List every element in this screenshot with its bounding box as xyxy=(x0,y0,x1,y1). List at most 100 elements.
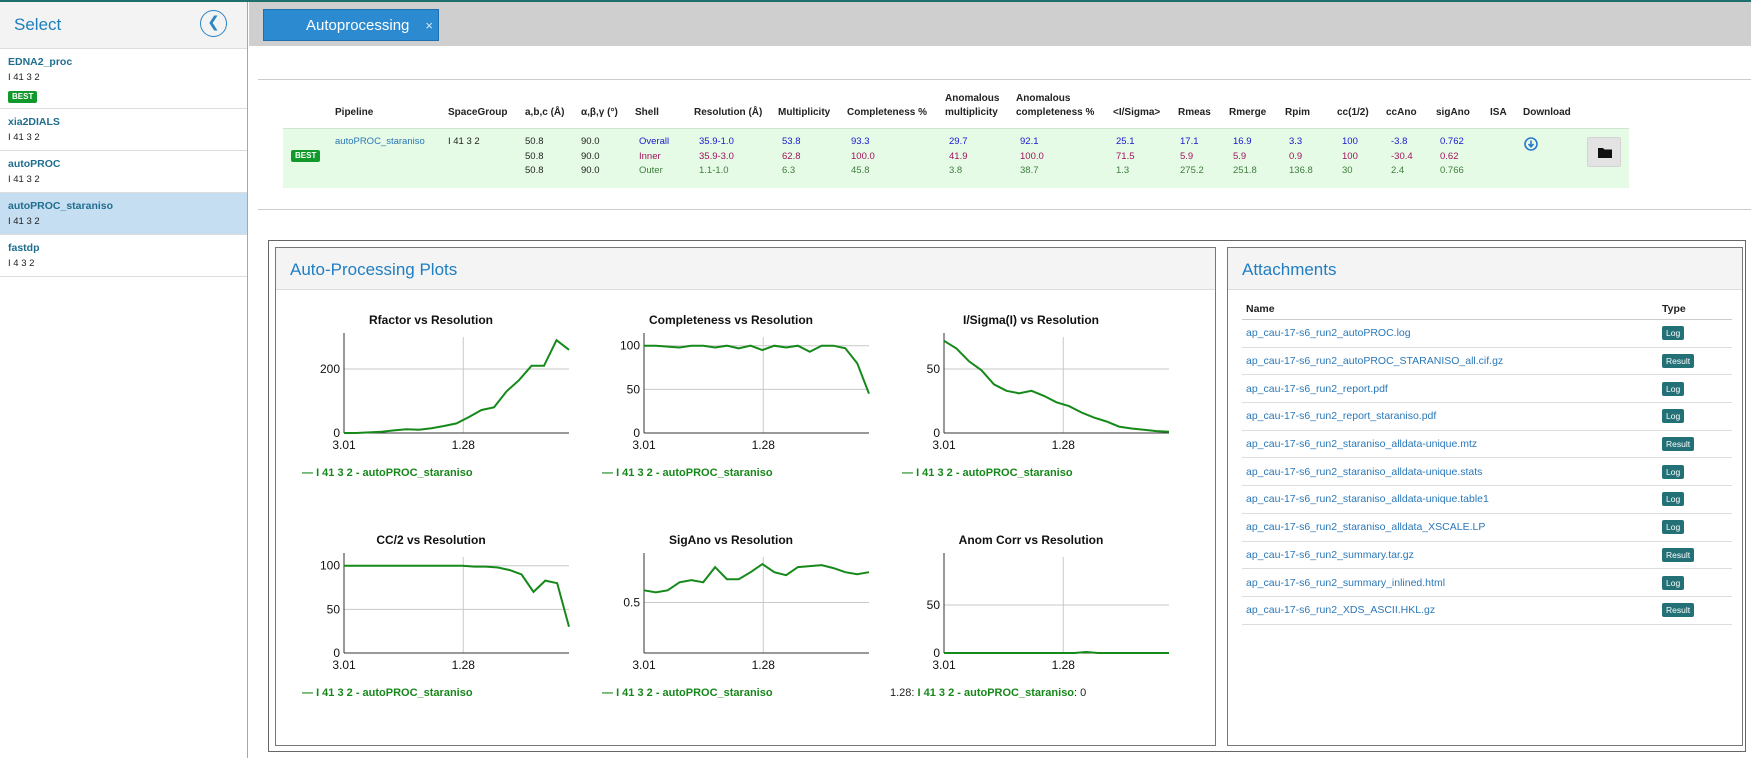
plot-legend: — I 41 3 2 - autoPROC_staraniso xyxy=(902,467,1073,479)
attachment-link[interactable]: ap_cau-17-s6_run2_report_staraniso.pdf xyxy=(1242,410,1662,422)
spacegroup-value: I 41 3 2 xyxy=(448,136,480,147)
type-badge: Result xyxy=(1662,547,1695,562)
plot-title: I/Sigma(I) vs Resolution xyxy=(962,313,1100,327)
col-type: Type xyxy=(1662,302,1686,315)
attachment-link[interactable]: ap_cau-17-s6_run2_staraniso_alldata-uniq… xyxy=(1242,493,1662,505)
back-arrow-icon[interactable]: ❮ xyxy=(200,10,227,37)
completeness-chart: 0501003.01 1.28 xyxy=(620,333,870,452)
col-anom-mult: Anomalous multiplicity xyxy=(945,93,1000,118)
attachments-header: Name Type xyxy=(1242,298,1732,320)
tab-autoprocessing[interactable]: Autoprocessing × xyxy=(263,9,439,41)
attachment-row: ap_cau-17-s6_run2_staraniso_alldata-uniq… xyxy=(1242,431,1732,459)
cchalf-values: 100 100 30 xyxy=(1342,136,1358,176)
col-name: Name xyxy=(1246,302,1275,315)
x-tick-label: 1.28 xyxy=(752,658,776,672)
sidebar-item-spacegroup: I 41 3 2 xyxy=(8,72,40,83)
sidebar-item-spacegroup: I 41 3 2 xyxy=(8,132,40,143)
series-line xyxy=(644,344,870,395)
type-badge: Log xyxy=(1662,520,1685,535)
cchalf-chart: 0501003.01 1.28 xyxy=(320,553,570,672)
plots-panel-title: Auto-Processing Plots xyxy=(276,248,1215,290)
sigano-values: 0.762 0.62 0.766 xyxy=(1440,136,1464,176)
attachment-row: ap_cau-17-s6_run2_XDS_ASCII.HKL.gz Result xyxy=(1242,597,1732,625)
type-badge: Log xyxy=(1662,381,1685,396)
attachment-link[interactable]: ap_cau-17-s6_run2_XDS_ASCII.HKL.gz xyxy=(1242,604,1662,616)
type-badge: Log xyxy=(1662,409,1685,424)
plot-legend: — I 41 3 2 - autoPROC_staraniso xyxy=(602,687,773,699)
attachment-link[interactable]: ap_cau-17-s6_run2_staraniso_alldata-uniq… xyxy=(1242,438,1662,450)
col-isigma: <I/Sigma> xyxy=(1113,107,1161,118)
plots-panel: Auto-Processing Plots Rfactor vs Resolut… xyxy=(275,247,1216,746)
plot-legend: — I 41 3 2 - autoPROC_staraniso xyxy=(302,687,473,699)
anomcorr-chart: 0503.01 1.28 xyxy=(927,553,1169,672)
plot-title: Anom Corr vs Resolution xyxy=(958,533,1104,547)
series-line xyxy=(344,338,570,434)
sidebar-item-fastdp[interactable]: fastdp I 4 3 2 xyxy=(0,235,247,277)
sidebar-title: Select xyxy=(14,15,62,34)
attachment-row: ap_cau-17-s6_run2_summary_inlined.html Lo… xyxy=(1242,569,1732,597)
plot-legend: 1.28: I 41 3 2 - autoPROC_staraniso: 0 xyxy=(890,687,1087,699)
attachment-row: ap_cau-17-s6_run2_report_staraniso.pdf Lo… xyxy=(1242,403,1732,431)
angle-values: 90.0 90.0 90.0 xyxy=(581,136,600,176)
attachment-type: Log xyxy=(1662,326,1732,341)
col-multiplicity: Multiplicity xyxy=(778,107,831,118)
x-tick-label: 3.01 xyxy=(632,438,656,452)
sidebar-item-spacegroup: I 4 3 2 xyxy=(8,258,35,269)
plot-isigma: I/Sigma(I) vs Resolution 0 50 3.01 1.28 — I… xyxy=(886,313,1176,493)
col-rpim: Rpim xyxy=(1285,107,1310,118)
attachment-link[interactable]: ap_cau-17-s6_run2_staraniso_alldata_XSCA… xyxy=(1242,521,1662,533)
anom-mult-values: 29.7 41.9 3.8 xyxy=(949,136,968,176)
rpim-values: 3.3 0.9 136.8 xyxy=(1289,136,1313,176)
y-tick-label: 50 xyxy=(927,362,941,376)
isigma-chart: 0503.01 1.28 xyxy=(927,333,1170,452)
y-tick-label: 100 xyxy=(620,339,640,353)
plot-title: Rfactor vs Resolution xyxy=(368,313,494,327)
x-tick-label: 1.28 xyxy=(1052,658,1076,672)
attachment-type: Log xyxy=(1662,575,1732,590)
sidebar-item-autoproc[interactable]: autoPROC I 41 3 2 xyxy=(0,151,247,193)
col-isa: ISA xyxy=(1490,107,1507,118)
x-tick-label: 3.01 xyxy=(932,438,956,452)
y-tick-label: 200 xyxy=(320,362,340,376)
attachment-type: Result xyxy=(1662,603,1732,618)
folder-icon xyxy=(1598,148,1612,158)
attachment-link[interactable]: ap_cau-17-s6_run2_autoPROC_STARANISO_all… xyxy=(1242,355,1662,367)
isigma-values: 25.1 71.5 1.3 xyxy=(1116,136,1135,176)
col-download: Download xyxy=(1523,107,1571,118)
sidebar-item-spacegroup: I 41 3 2 xyxy=(8,216,40,227)
x-tick-label: 3.01 xyxy=(632,658,656,672)
attachment-link[interactable]: ap_cau-17-s6_run2_summary_inlined.html xyxy=(1242,577,1662,589)
plot-sigano: SigAno vs Resolution 0.5 3.01 1.28 — I 41 … xyxy=(586,533,876,713)
attachment-link[interactable]: ap_cau-17-s6_run2_staraniso_alldata-uniq… xyxy=(1242,466,1662,478)
close-icon[interactable]: × xyxy=(425,10,433,42)
plot-title: CC/2 vs Resolution xyxy=(376,533,486,547)
type-badge: Log xyxy=(1662,575,1685,590)
plot-title: SigAno vs Resolution xyxy=(668,533,793,547)
multiplicity-values: 53.8 62.8 6.3 xyxy=(782,136,801,176)
attachment-row: ap_cau-17-s6_run2_staraniso_alldata-uniq… xyxy=(1242,486,1732,514)
attachment-link[interactable]: ap_cau-17-s6_run2_report.pdf xyxy=(1242,383,1662,395)
plot-title: Completeness vs Resolution xyxy=(648,313,814,327)
y-tick-label: 50 xyxy=(327,602,341,616)
y-tick-label: 50 xyxy=(927,598,941,612)
completeness-values: 93.3 100.0 45.8 xyxy=(851,136,875,176)
sidebar-header: Select ❮ xyxy=(0,2,247,49)
attachment-row: ap_cau-17-s6_run2_autoPROC_STARANISO_all… xyxy=(1242,348,1732,376)
col-sigano: sigAno xyxy=(1436,107,1470,118)
series-line xyxy=(344,564,570,628)
col-completeness: Completeness % xyxy=(847,107,928,118)
attachment-row: ap_cau-17-s6_run2_report.pdf Log xyxy=(1242,375,1732,404)
attachment-link[interactable]: ap_cau-17-s6_run2_autoPROC.log xyxy=(1242,327,1662,339)
pipeline-link[interactable]: autoPROC_staraniso xyxy=(335,135,425,150)
plot-cchalf: CC/2 vs Resolution 0 50 100 3.01 1.28 — I 41… xyxy=(286,533,576,713)
sidebar-item-edna2-proc[interactable]: EDNA2_proc I 41 3 2 BEST xyxy=(0,49,247,109)
sidebar-item-autoproc-staraniso[interactable]: autoPROC_staraniso I 41 3 2 xyxy=(0,193,247,235)
sidebar-item-xia2dials[interactable]: xia2DIALS I 41 3 2 xyxy=(0,109,247,151)
folder-button[interactable] xyxy=(1587,137,1621,167)
col-resolution: Resolution (Å) xyxy=(694,107,763,118)
download-circle-icon[interactable] xyxy=(1524,137,1538,151)
y-tick-label: 50 xyxy=(627,382,641,396)
attachment-link[interactable]: ap_cau-17-s6_run2_summary.tar.gz xyxy=(1242,549,1662,561)
best-badge: BEST xyxy=(8,91,38,103)
col-spacegroup: SpaceGroup xyxy=(448,107,508,118)
